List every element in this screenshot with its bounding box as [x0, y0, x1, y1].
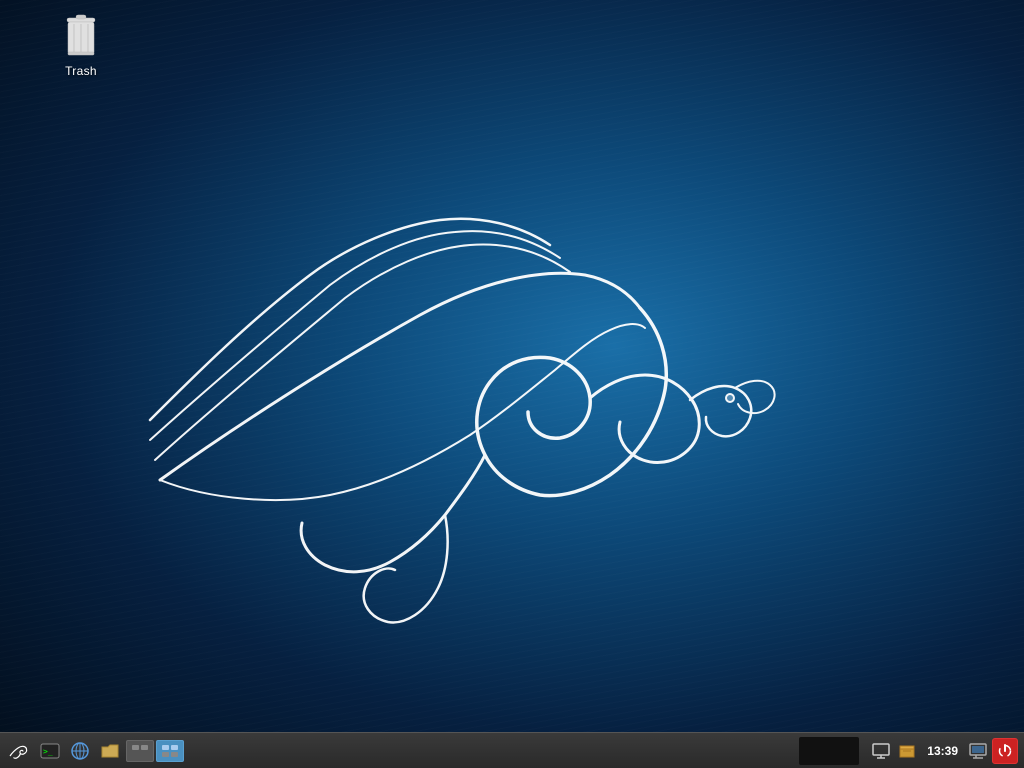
archive-tray-icon[interactable]: [895, 739, 919, 763]
taskbar-right: 13:39: [863, 733, 1024, 768]
taskbar: >_: [0, 732, 1024, 768]
kali-menu-button[interactable]: [4, 737, 34, 765]
files-button[interactable]: [96, 737, 124, 765]
screen-preview: [799, 737, 859, 765]
workspace-2[interactable]: [156, 740, 184, 762]
desktop: Trash >_: [0, 0, 1024, 768]
trash-icon[interactable]: Trash: [46, 12, 116, 78]
browser-button[interactable]: [66, 737, 94, 765]
taskbar-left: >_: [0, 733, 188, 768]
display-tray-icon[interactable]: [869, 739, 893, 763]
terminal-button[interactable]: >_: [36, 737, 64, 765]
power-button[interactable]: [992, 738, 1018, 764]
network-tray-icon[interactable]: [966, 739, 990, 763]
trash-label: Trash: [65, 64, 97, 78]
trash-icon-image: [61, 12, 101, 60]
workspace-1[interactable]: [126, 740, 154, 762]
svg-text:>_: >_: [43, 747, 53, 756]
clock[interactable]: 13:39: [921, 744, 964, 758]
kali-dragon: [130, 120, 880, 650]
